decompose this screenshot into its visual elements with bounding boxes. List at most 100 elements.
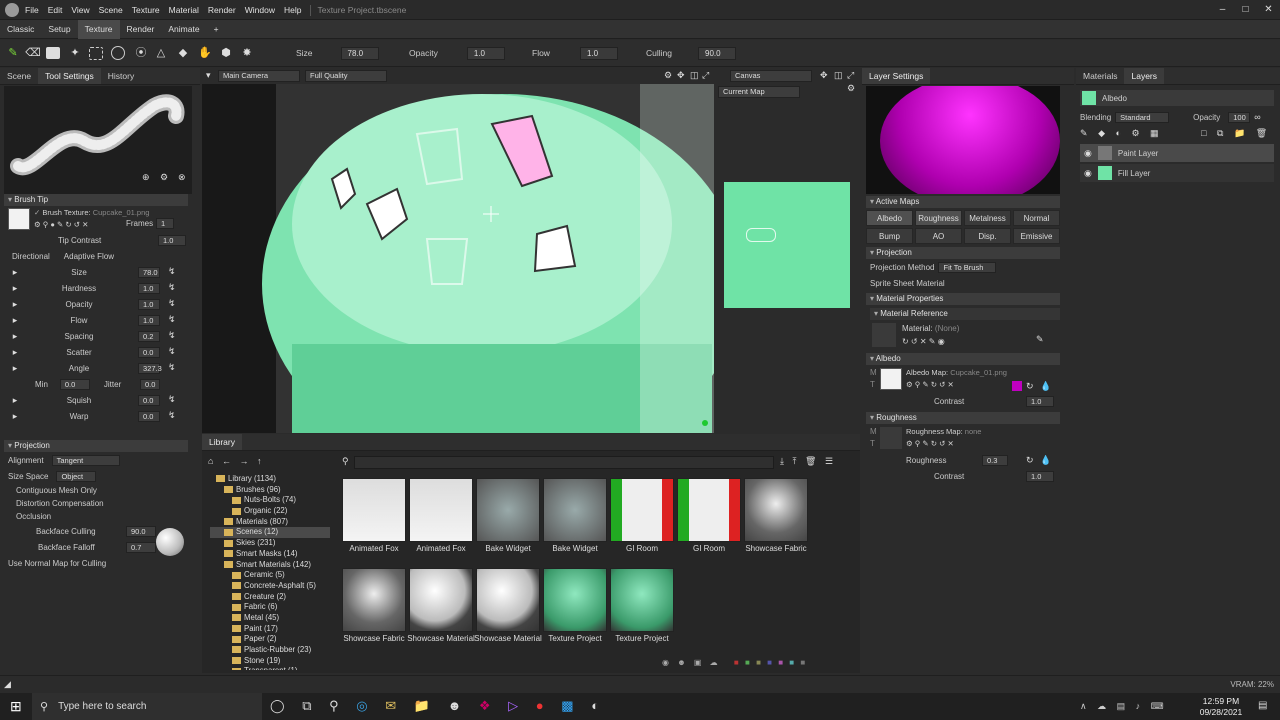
- roughness-action-icons[interactable]: ⚙ ⚲ ✎ ↻ ↺ ✕: [906, 439, 954, 448]
- curve-icon[interactable]: ↯: [168, 394, 176, 405]
- quality-select[interactable]: Full Quality: [305, 70, 387, 82]
- library-item-fox[interactable]: [342, 478, 406, 542]
- library-item-project[interactable]: [610, 568, 674, 632]
- culling-input[interactable]: 90.0: [698, 46, 736, 60]
- duplicate-layer-icon[interactable]: ⧉: [1217, 128, 1223, 139]
- projection-header-right[interactable]: Projection: [866, 247, 1060, 259]
- canvas-settings-icon[interactable]: ⚙: [847, 83, 855, 94]
- tree-item[interactable]: Organic (22): [210, 506, 330, 517]
- tree-item[interactable]: Nuts-Bolts (74): [210, 495, 330, 506]
- adaptive-flow-label[interactable]: Adaptive Flow: [64, 252, 114, 261]
- size-input[interactable]: 78.0: [340, 46, 379, 60]
- library-search-icon[interactable]: ⚲: [342, 456, 349, 467]
- roughness-map-slot[interactable]: [880, 427, 902, 449]
- param-size-input[interactable]: 78.0: [138, 267, 160, 278]
- tree-item[interactable]: Paper (2): [210, 634, 330, 645]
- paint-brush-icon[interactable]: ✎: [5, 45, 21, 61]
- backface-falloff-input[interactable]: 0.7: [126, 542, 156, 553]
- material-reference-header[interactable]: Material Reference: [870, 308, 1060, 320]
- material-action-icons[interactable]: ↻ ↺ ✕ ✎ ◉: [902, 337, 945, 346]
- camera-select[interactable]: Main Camera: [218, 70, 300, 82]
- viewport-move-icon[interactable]: ✥: [677, 70, 685, 81]
- library-item-sphere[interactable]: [409, 568, 473, 632]
- tree-item[interactable]: Creature (2): [210, 592, 330, 603]
- rect-select-icon[interactable]: [89, 47, 103, 60]
- roughness-contrast-input[interactable]: 1.0: [1026, 471, 1054, 482]
- dropper-icon[interactable]: ✦: [67, 45, 83, 61]
- tip-contrast-input[interactable]: 1.0: [158, 235, 186, 246]
- map-toggle-roughness[interactable]: Roughness: [915, 210, 962, 226]
- param-opacity-input[interactable]: 1.0: [138, 299, 160, 310]
- footer-cloud-icon[interactable]: ☁: [710, 658, 718, 667]
- curve-icon[interactable]: ↯: [168, 330, 176, 341]
- footer-user-icon[interactable]: ☻: [677, 658, 685, 667]
- eye-icon[interactable]: ◉: [1084, 168, 1092, 179]
- layer-brush-icon[interactable]: ✎: [1080, 128, 1088, 139]
- param-hardness-input[interactable]: 1.0: [138, 283, 160, 294]
- active-maps-header[interactable]: Active Maps: [866, 196, 1060, 208]
- distortion-checkbox[interactable]: Distortion Compensation: [16, 499, 104, 508]
- albedo-refresh-icon[interactable]: ↻: [1026, 381, 1034, 392]
- eraser-icon[interactable]: ⌫: [25, 45, 41, 61]
- tab-render[interactable]: Render: [120, 20, 162, 39]
- param-flow-input[interactable]: 1.0: [138, 315, 160, 326]
- tab-layer-settings[interactable]: Layer Settings: [862, 68, 931, 84]
- lasso-icon[interactable]: ⦿: [133, 45, 149, 61]
- view-mode-icon[interactable]: ☰: [825, 456, 833, 467]
- layer-opacity-input[interactable]: 100: [1228, 111, 1251, 123]
- add-icon[interactable]: ⊕: [142, 172, 150, 183]
- albedo-drop-icon[interactable]: 💧: [1040, 381, 1051, 392]
- tab-library[interactable]: Library: [202, 434, 242, 450]
- windows-start-icon[interactable]: ⊞: [10, 698, 22, 715]
- home-icon[interactable]: ⌂: [208, 456, 213, 466]
- new-folder-icon[interactable]: 📁: [1234, 128, 1245, 139]
- roughness-refresh-icon[interactable]: ↻: [1026, 455, 1034, 466]
- curve-icon[interactable]: ↯: [168, 362, 176, 373]
- library-item-room[interactable]: [677, 478, 741, 542]
- viewport-maximize-icon[interactable]: ⤢: [702, 70, 709, 81]
- albedo-header[interactable]: Albedo: [866, 353, 1060, 365]
- param-squish-input[interactable]: 0.0: [138, 395, 160, 406]
- texture-action-icons[interactable]: ⚙ ⚲ ● ✎ ↻ ↺ ✕: [34, 220, 88, 229]
- link-icon[interactable]: ∞: [1254, 112, 1260, 122]
- notification-icon[interactable]: ▤: [1258, 700, 1267, 711]
- layer-group-icon[interactable]: ▦: [1150, 128, 1159, 139]
- roughness-value-input[interactable]: 0.3: [982, 455, 1008, 466]
- min-input[interactable]: 0.0: [59, 378, 90, 390]
- viewport[interactable]: ▾ Main Camera Full Quality ⚙ ✥ ◫ ⤢: [202, 68, 714, 433]
- tab-classic[interactable]: Classic: [0, 20, 41, 39]
- remove-icon[interactable]: ⊗: [178, 172, 186, 183]
- tree-item[interactable]: Smart Masks (14): [210, 549, 330, 560]
- github-icon[interactable]: ☻: [448, 698, 462, 713]
- settings-icon[interactable]: ⚙: [160, 172, 168, 183]
- map-toggle-emissive[interactable]: Emissive: [1013, 228, 1060, 244]
- jitter-input[interactable]: 0.0: [140, 379, 160, 390]
- brush-texture-check-icon[interactable]: ✓: [34, 208, 40, 217]
- library-item-fabric[interactable]: [342, 568, 406, 632]
- tree-item[interactable]: Smart Materials (142): [210, 560, 330, 571]
- menu-texture[interactable]: Texture: [132, 5, 160, 15]
- swatch-olive-icon[interactable]: ■: [756, 658, 761, 667]
- vs-icon[interactable]: ▷: [508, 698, 518, 713]
- directional-label[interactable]: Directional: [12, 252, 50, 261]
- viewport-split-icon[interactable]: ◫: [690, 70, 699, 81]
- polygon-lasso-icon[interactable]: △: [153, 45, 169, 61]
- menu-window[interactable]: Window: [245, 5, 275, 15]
- layer-adjust-icon[interactable]: ⚙: [1131, 128, 1139, 139]
- tree-item[interactable]: Metal (45): [210, 613, 330, 624]
- library-item-sphere[interactable]: [476, 568, 540, 632]
- tray-keyboard-icon[interactable]: ⌨: [1151, 701, 1164, 711]
- roughness-t-label[interactable]: T: [870, 439, 875, 448]
- eye-icon[interactable]: ◉: [1084, 148, 1092, 159]
- menu-view[interactable]: View: [71, 5, 89, 15]
- cube-icon[interactable]: ⬢: [218, 45, 234, 61]
- blending-select[interactable]: Standard: [1115, 111, 1170, 123]
- tree-item[interactable]: Plastic-Rubber (23): [210, 645, 330, 656]
- swatch-gray-icon[interactable]: ■: [800, 658, 805, 667]
- photoshop-icon[interactable]: ▩: [561, 698, 573, 713]
- layer-row-paint[interactable]: ◉ Paint Layer: [1080, 144, 1274, 162]
- brush-tip-header[interactable]: Brush Tip: [4, 194, 188, 206]
- map-toggle-disp[interactable]: Disp.: [964, 228, 1011, 244]
- tree-item[interactable]: Ceramic (5): [210, 570, 330, 581]
- eyedropper-icon[interactable]: ✎: [1036, 334, 1044, 345]
